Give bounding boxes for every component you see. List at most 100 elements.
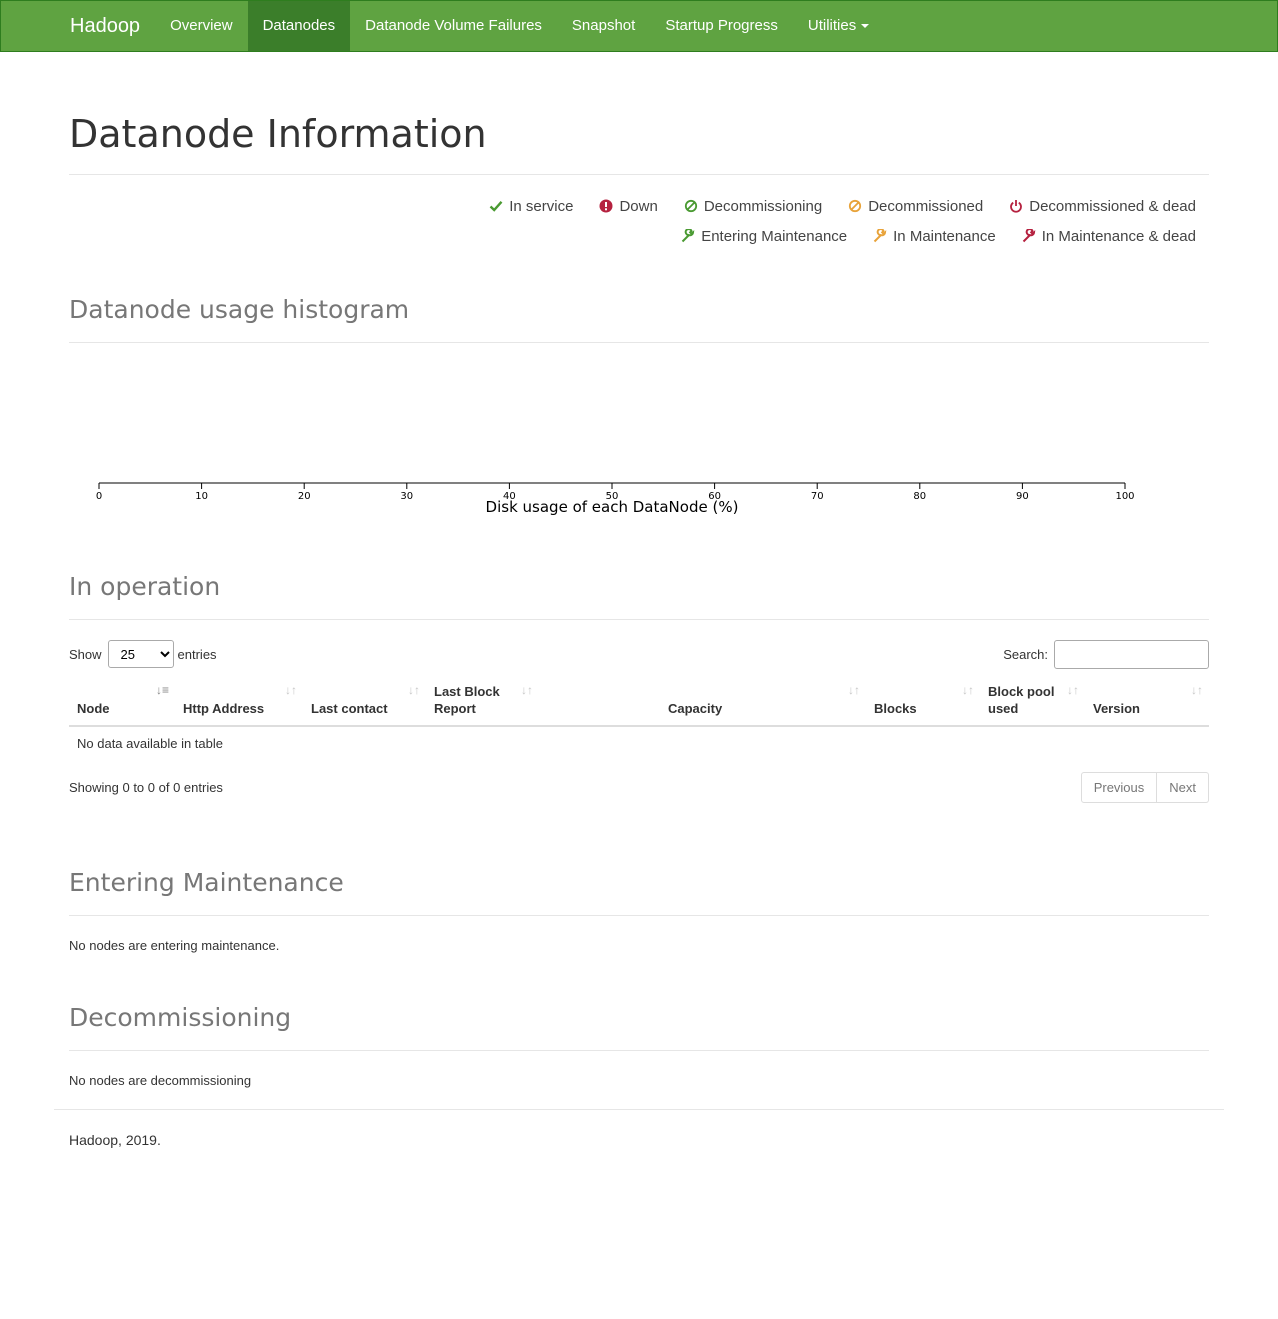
table-search: Search: [1003, 640, 1209, 669]
legend-in-service: In service [489, 198, 573, 215]
column-label: Last contact [311, 701, 388, 716]
wrench-icon [681, 229, 695, 243]
entering-maintenance-heading: Entering Maintenance [69, 868, 344, 897]
legend-entering-maintenance: Entering Maintenance [681, 228, 847, 245]
nav-overview[interactable]: Overview [155, 1, 248, 51]
nav-startup-progress[interactable]: Startup Progress [650, 1, 793, 51]
power-off-icon [1010, 200, 1023, 213]
legend-decommissioned-dead: Decommissioned & dead [1009, 198, 1196, 215]
histogram-heading: Datanode usage histogram [69, 295, 410, 324]
x-tick-label: 100 [1115, 491, 1134, 502]
table-info: Showing 0 to 0 of 0 entries [69, 780, 223, 795]
x-tick-label: 10 [195, 491, 208, 502]
column-label: Blocks [874, 701, 917, 716]
column-header-http-address[interactable]: Http Address ↓↑ [175, 682, 303, 727]
column-label: Last Block Report [434, 684, 500, 716]
brand-link[interactable]: Hadoop [55, 1, 155, 51]
column-header-last-block-report[interactable]: Last Block Report ↓↑ [426, 682, 660, 727]
page-length-control: Show 25 entries [69, 640, 217, 668]
page-footer: Hadoop, 2019. [54, 1109, 1224, 1170]
legend-label: In Maintenance & dead [1041, 227, 1196, 245]
x-tick-label: 0 [96, 491, 102, 502]
legend-in-maintenance-dead: In Maintenance & dead [1022, 228, 1196, 245]
sort-icon: ↓↑ [848, 683, 860, 697]
ban-icon [849, 199, 862, 213]
decommissioning-heading: Decommissioning [69, 1003, 292, 1032]
column-label: Block pool used [988, 684, 1055, 716]
column-label: Capacity [668, 701, 723, 716]
column-label: Http Address [183, 701, 265, 716]
status-legend: In service Down Decommissioning Decommis… [69, 191, 1209, 251]
nav-utilities-dropdown[interactable]: Utilities [793, 1, 884, 51]
sort-icon: ↓↑ [1067, 683, 1079, 697]
column-header-blocks[interactable]: Blocks ↓↑ [866, 682, 980, 727]
nav-utilities-label: Utilities [807, 17, 857, 34]
legend-in-maintenance: In Maintenance [873, 228, 996, 245]
exclamation-circle-icon [599, 199, 613, 213]
nav-snapshot[interactable]: Snapshot [557, 1, 650, 51]
legend-label: In Maintenance [893, 227, 996, 245]
legend-down: Down [599, 197, 658, 215]
column-label: Node [77, 701, 110, 716]
section-divider [69, 1050, 1209, 1051]
sort-icon: ↓↑ [1191, 683, 1203, 697]
x-tick-label: 20 [298, 491, 311, 502]
x-tick-label: 30 [400, 491, 413, 502]
decommissioning-message: No nodes are decommissioning [69, 1073, 252, 1088]
table-row: No data available in table [69, 726, 1209, 760]
previous-page-button[interactable]: Previous [1080, 772, 1158, 803]
column-header-version[interactable]: Version ↓↑ [1085, 682, 1209, 727]
legend-label: Decommissioning [703, 197, 823, 215]
x-axis-label: Disk usage of each DataNode (%) [486, 498, 739, 516]
show-label: Show [69, 646, 102, 662]
column-header-capacity[interactable]: Capacity ↓↑ [660, 682, 866, 727]
legend-label: In service [509, 197, 574, 215]
entering-maintenance-message: No nodes are entering maintenance. [69, 938, 280, 953]
nav-datanode-volume-failures[interactable]: Datanode Volume Failures [350, 1, 557, 51]
legend-decommissioning: Decommissioning [684, 198, 822, 215]
next-page-button[interactable]: Next [1157, 772, 1209, 803]
sort-icon: ↓↑ [408, 683, 420, 697]
top-navbar: Hadoop Overview Datanodes Datanode Volum… [0, 0, 1278, 52]
page-length-select[interactable]: 25 [107, 640, 174, 668]
datanodes-table: Node ↓≡ Http Address ↓↑ Last contact ↓↑ Las… [69, 682, 1209, 760]
caret-down-icon [861, 24, 870, 29]
wrench-icon [873, 229, 887, 243]
sort-icon: ↓↑ [521, 683, 533, 697]
table-controls: Show 25 entries Search: [69, 640, 1209, 682]
table-header-row: Node ↓≡ Http Address ↓↑ Last contact ↓↑ Las… [69, 682, 1209, 727]
usage-histogram: 0 10 20 30 40 50 60 70 80 90 100 Disk usage of eac… [69, 343, 1209, 518]
search-label: Search: [1003, 647, 1048, 662]
legend-label: Entering Maintenance [701, 227, 848, 245]
nav-datanodes[interactable]: Datanodes [247, 1, 351, 51]
table-footer: Showing 0 to 0 of 0 entries Previous Nex… [69, 772, 1209, 816]
sort-icon: ↓↑ [285, 683, 297, 697]
legend-label: Decommissioned & dead [1029, 197, 1196, 215]
search-input[interactable] [1054, 640, 1209, 669]
column-header-node[interactable]: Node ↓≡ [69, 682, 175, 727]
in-operation-heading: In operation [69, 572, 221, 601]
x-tick-label: 90 [1016, 491, 1029, 502]
section-divider [69, 915, 1209, 916]
title-divider [69, 174, 1209, 175]
legend-row-2: Entering Maintenance In Maintenance In M… [69, 221, 1196, 251]
entries-label: entries [177, 646, 217, 662]
x-tick-label: 70 [811, 491, 824, 502]
legend-decommissioned: Decommissioned [848, 198, 983, 215]
legend-row-1: In service Down Decommissioning Decommis… [69, 191, 1196, 221]
ban-icon [684, 199, 697, 213]
x-tick-label: 80 [913, 491, 926, 502]
pagination: Previous Next [1080, 772, 1209, 803]
column-label: Version [1093, 701, 1140, 716]
legend-label: Down [619, 197, 658, 215]
section-divider [69, 619, 1209, 620]
wrench-icon [1022, 229, 1036, 243]
column-header-block-pool-used[interactable]: Block pool used ↓↑ [980, 682, 1085, 727]
footer-text: Hadoop, 2019. [69, 1132, 161, 1148]
column-header-last-contact[interactable]: Last contact ↓↑ [303, 682, 426, 727]
sort-icon: ↓↑ [962, 683, 974, 697]
check-icon [489, 201, 503, 212]
sort-ascending-icon: ↓≡ [155, 683, 169, 697]
page-title: Datanode Information [69, 112, 487, 156]
empty-table-message: No data available in table [77, 736, 223, 751]
